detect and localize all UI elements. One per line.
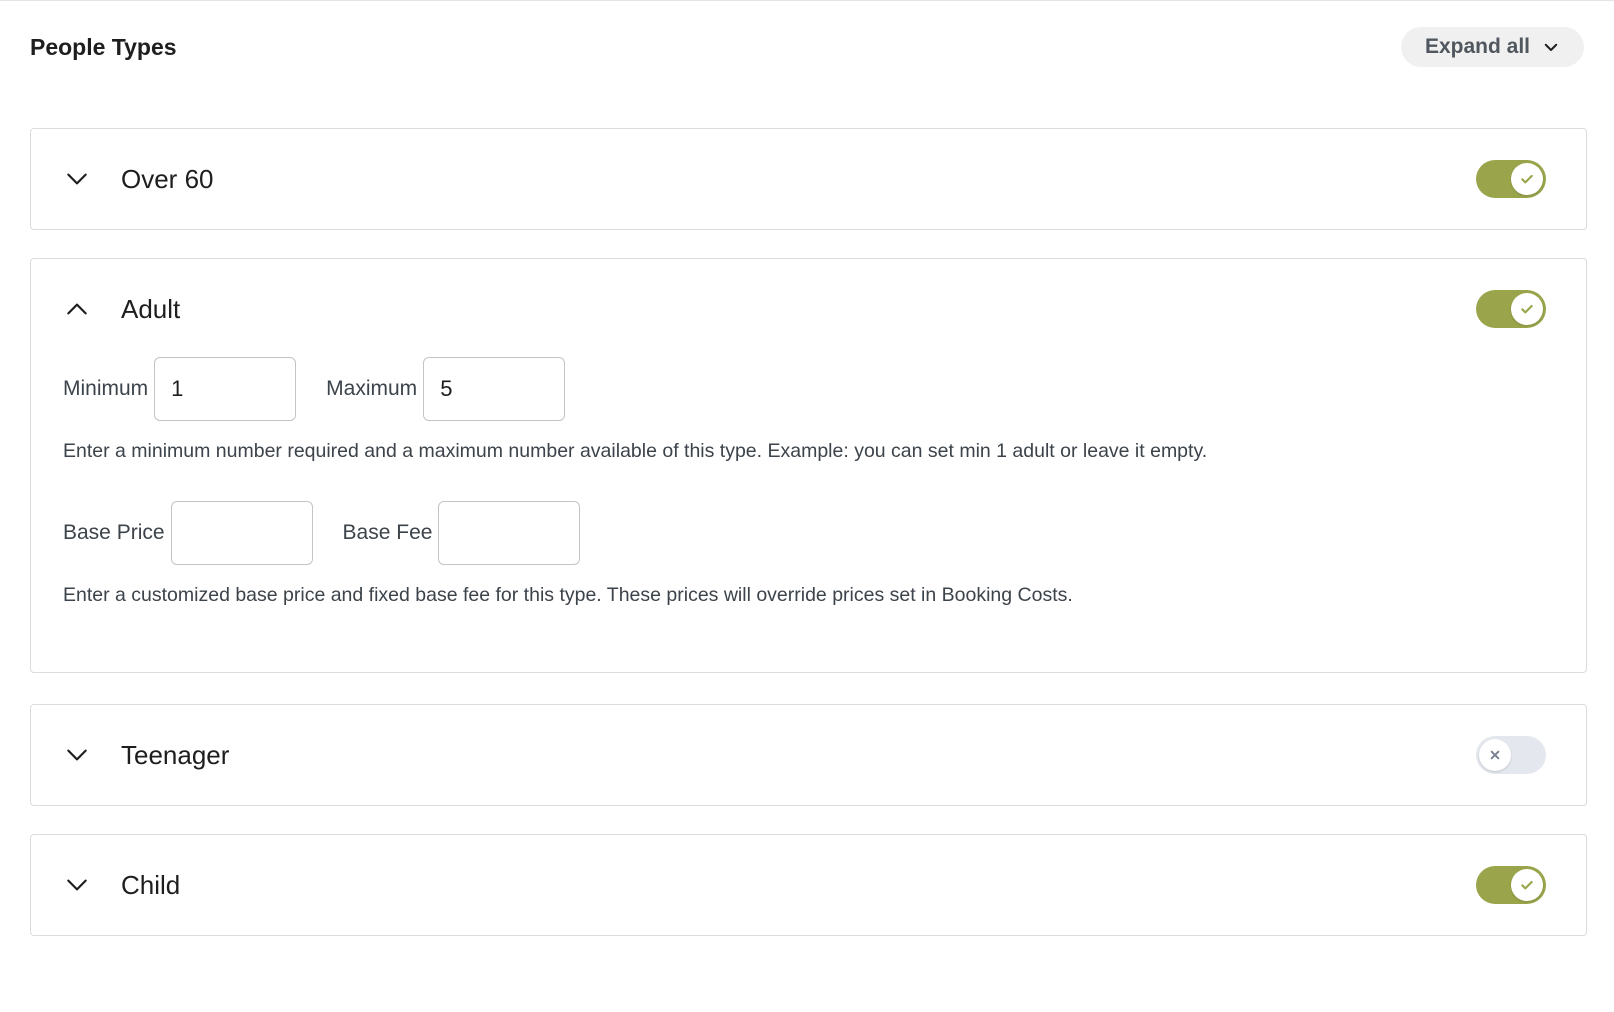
enabled-toggle[interactable] <box>1476 866 1546 904</box>
expand-all-button[interactable]: Expand all <box>1400 27 1584 67</box>
card-header[interactable]: Adult <box>31 259 1586 359</box>
min-max-help-text: Enter a minimum number required and a ma… <box>63 440 1208 462</box>
x-icon <box>1490 750 1500 760</box>
people-type-name: Child <box>121 869 181 900</box>
base-fee-label: Base Fee <box>342 521 433 544</box>
maximum-input[interactable] <box>423 357 566 421</box>
base-price-input[interactable] <box>170 501 313 565</box>
people-type-name: Over 60 <box>121 163 214 194</box>
people-types-page: People Types Expand all Over 60 Adult Mi… <box>0 0 1614 1012</box>
chevron-down-icon[interactable] <box>63 741 91 769</box>
toggle-knob <box>1479 739 1511 771</box>
min-max-row: Minimum Maximum <box>63 357 1554 421</box>
enabled-toggle[interactable] <box>1476 736 1546 774</box>
card-header[interactable]: Teenager <box>31 705 1586 805</box>
people-type-card-adult: Adult Minimum Maximum Enter a minimum nu… <box>30 258 1587 673</box>
check-icon <box>1521 880 1533 890</box>
minimum-label: Minimum <box>63 377 149 400</box>
enabled-toggle[interactable] <box>1476 290 1546 328</box>
people-type-name: Adult <box>121 293 181 324</box>
enabled-toggle[interactable] <box>1476 160 1546 198</box>
chevron-down-icon <box>1544 43 1558 51</box>
section-title: People Types <box>30 33 177 60</box>
people-type-card-child: Child <box>30 834 1587 936</box>
check-icon <box>1521 174 1533 184</box>
people-type-card-teenager: Teenager <box>30 704 1587 806</box>
chevron-down-icon[interactable] <box>63 165 91 193</box>
price-help-text: Enter a customized base price and fixed … <box>63 584 1073 606</box>
toggle-knob <box>1511 869 1543 901</box>
expand-all-label: Expand all <box>1424 35 1530 58</box>
chevron-down-icon[interactable] <box>63 871 91 899</box>
check-icon <box>1521 304 1533 314</box>
card-header[interactable]: Over 60 <box>31 129 1586 229</box>
maximum-label: Maximum <box>326 377 418 400</box>
people-type-card-over-60: Over 60 <box>30 128 1587 230</box>
price-row: Base Price Base Fee <box>63 501 1554 565</box>
base-price-label: Base Price <box>63 521 165 544</box>
card-header[interactable]: Child <box>31 835 1586 935</box>
toggle-knob <box>1511 163 1543 195</box>
people-type-name: Teenager <box>121 739 230 770</box>
card-body: Minimum Maximum Enter a minimum number r… <box>31 357 1586 647</box>
section-header: People Types Expand all <box>30 1 1584 97</box>
toggle-knob <box>1511 293 1543 325</box>
base-fee-input[interactable] <box>438 501 581 565</box>
chevron-up-icon[interactable] <box>63 295 91 323</box>
minimum-input[interactable] <box>154 357 297 421</box>
